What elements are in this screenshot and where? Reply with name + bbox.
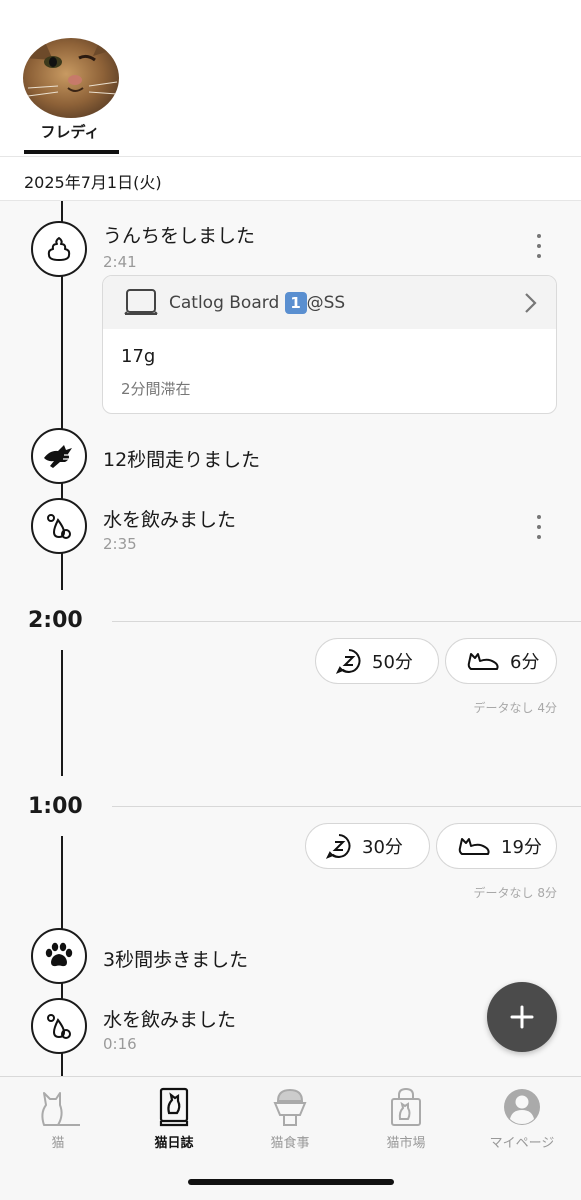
device-name-text: Catlog Board xyxy=(169,293,280,313)
tab-mypage[interactable]: マイページ xyxy=(464,1077,580,1157)
tab-cat[interactable]: 猫 xyxy=(0,1077,116,1157)
sleep-duration-pill[interactable]: 30分 xyxy=(305,823,430,869)
cat-avatar[interactable] xyxy=(23,38,119,118)
resting-cat-icon xyxy=(458,838,490,855)
hour-divider xyxy=(112,806,581,807)
rest-duration-value: 6分 xyxy=(510,652,540,673)
hour-divider xyxy=(112,621,581,622)
more-options-icon[interactable] xyxy=(531,515,547,539)
no-data-label: データなし 4分 xyxy=(473,701,557,715)
poop-icon xyxy=(31,221,87,277)
hour-label: 1:00 xyxy=(28,794,83,819)
scale-board-icon xyxy=(123,288,159,322)
event-time: 2:35 xyxy=(103,535,137,553)
device-name: Catlog Board 1 @SS xyxy=(169,292,345,314)
tab-diary[interactable]: 猫日誌 xyxy=(116,1077,232,1157)
event-title: 3秒間歩きました xyxy=(103,949,249,971)
event-time: 0:16 xyxy=(103,1035,137,1053)
rest-duration-pill[interactable]: 6分 xyxy=(445,638,557,684)
plus-icon xyxy=(510,1005,534,1029)
event-title: うんちをしました xyxy=(103,225,256,247)
tab-label: 猫日誌 xyxy=(154,1136,194,1151)
diary-icon xyxy=(157,1085,191,1127)
tab-market[interactable]: 猫市場 xyxy=(348,1077,464,1157)
shopping-bag-icon xyxy=(388,1085,424,1127)
more-options-icon[interactable] xyxy=(531,234,547,258)
water-drop-icon xyxy=(31,998,87,1054)
timeline-line xyxy=(61,650,63,776)
event-time: 2:41 xyxy=(103,253,137,271)
home-indicator xyxy=(188,1179,394,1185)
food-bowl-icon xyxy=(272,1085,308,1127)
account-icon xyxy=(502,1085,542,1127)
device-location: @SS xyxy=(306,293,346,313)
sleep-duration-value: 50分 xyxy=(372,652,413,673)
cat-name-tab[interactable]: フレディ xyxy=(0,121,140,142)
paw-icon xyxy=(31,928,87,984)
selected-cat-indicator xyxy=(24,150,119,154)
weight-value: 17g xyxy=(121,346,156,367)
device-number-badge: 1 xyxy=(284,292,307,314)
tab-label: 猫市場 xyxy=(386,1136,426,1151)
tab-label: 猫食事 xyxy=(270,1136,310,1151)
chevron-right-icon xyxy=(522,292,538,318)
date-label: 2025年7月1日(火) xyxy=(24,173,162,192)
sleep-duration-pill[interactable]: 50分 xyxy=(315,638,439,684)
hour-label: 2:00 xyxy=(28,608,83,633)
sleep-icon xyxy=(336,649,361,674)
rest-duration-value: 19分 xyxy=(501,837,542,858)
tab-food[interactable]: 猫食事 xyxy=(232,1077,348,1157)
add-event-button[interactable] xyxy=(487,982,557,1052)
no-data-label: データなし 8分 xyxy=(473,886,557,900)
device-card[interactable]: Catlog Board 1 @SS 17g 2分間滞在 xyxy=(102,275,557,414)
stay-duration: 2分間滞在 xyxy=(121,380,191,398)
rest-duration-pill[interactable]: 19分 xyxy=(436,823,557,869)
resting-cat-icon xyxy=(467,653,499,670)
sleep-duration-value: 30分 xyxy=(362,837,403,858)
tab-label: マイページ xyxy=(489,1136,555,1151)
running-cat-icon xyxy=(31,428,87,484)
water-drop-icon xyxy=(31,498,87,554)
sleep-icon xyxy=(326,834,351,859)
event-title: 水を飲みました xyxy=(103,509,237,531)
event-title: 12秒間走りました xyxy=(103,449,261,471)
event-title: 水を飲みました xyxy=(103,1009,237,1031)
tab-label: 猫 xyxy=(51,1136,65,1151)
cat-icon xyxy=(34,1085,82,1127)
